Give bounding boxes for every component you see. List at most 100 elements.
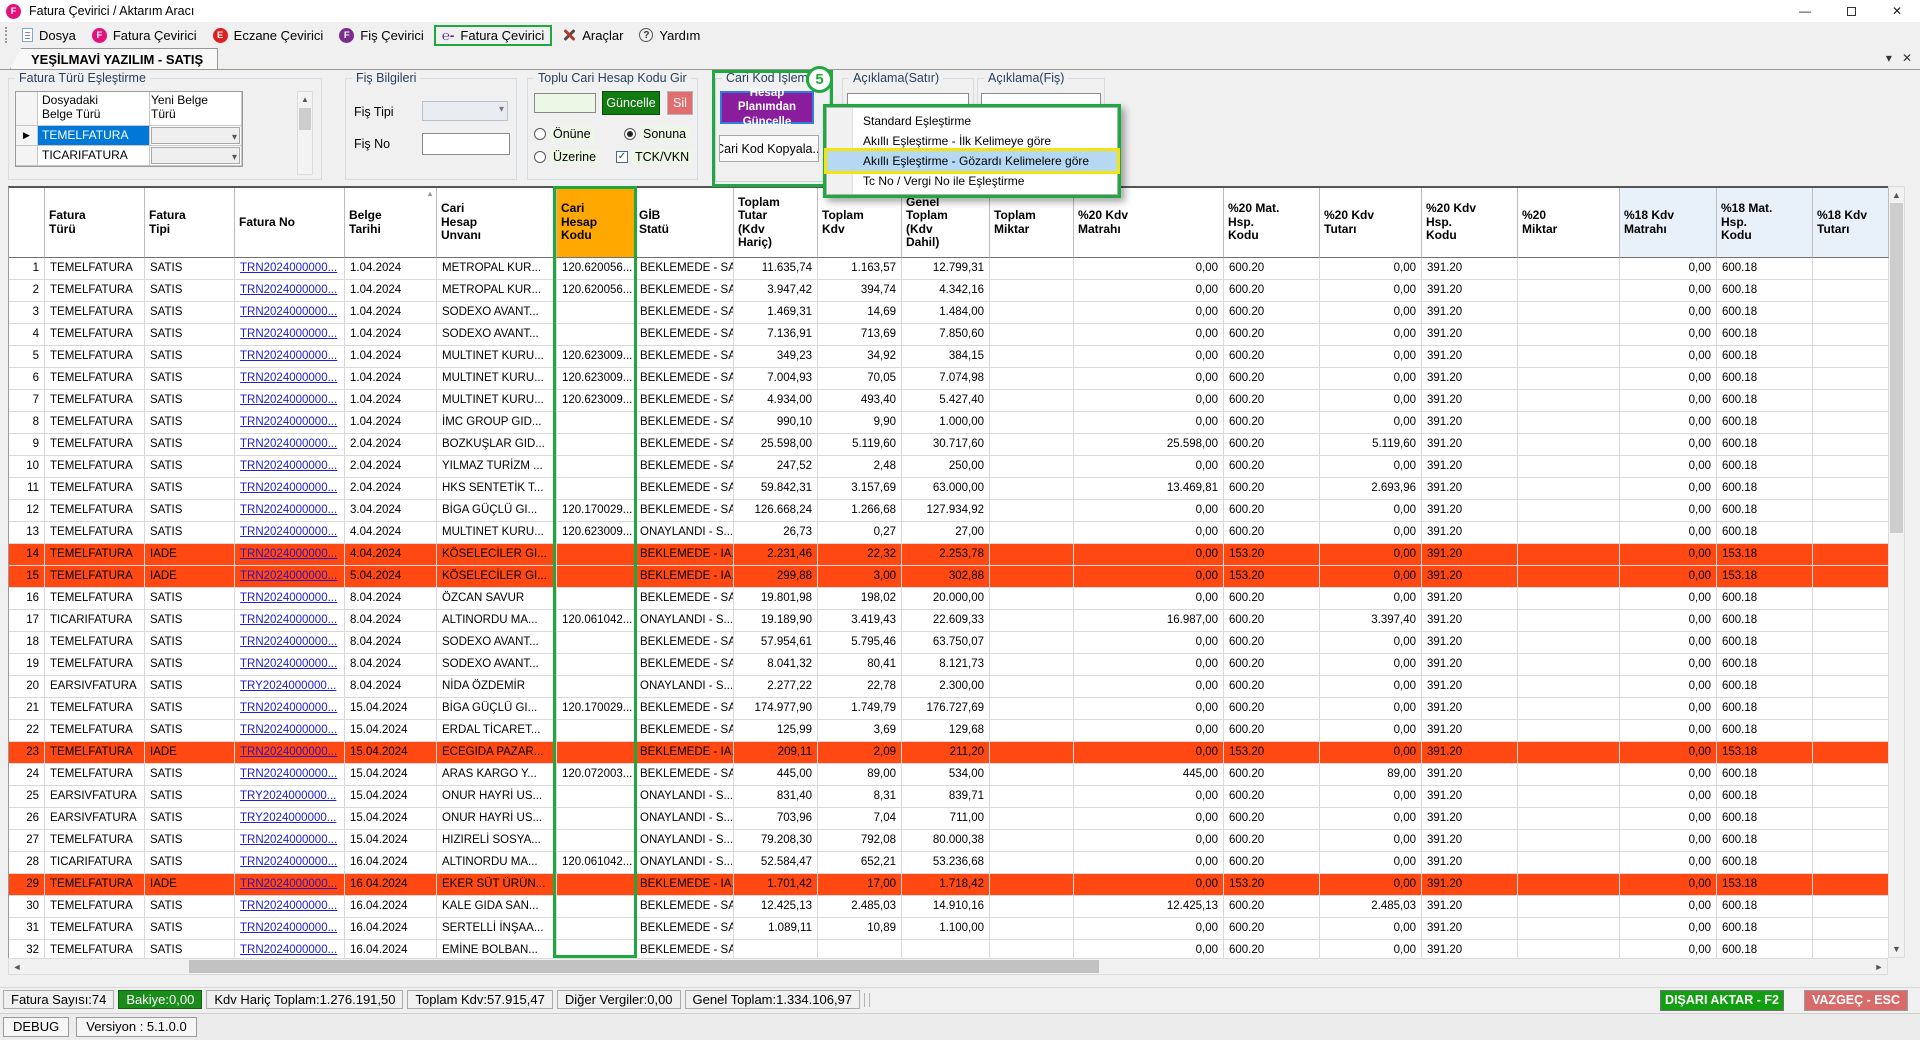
fatura-no-link[interactable]: TRN2024000000... [240,460,337,472]
fatura-no-link[interactable]: TRN2024000000... [240,394,337,406]
fatura-no-link[interactable]: TRN2024000000... [240,746,337,758]
column-header-turu[interactable]: Fatura Türü [45,188,145,258]
tab-close-icon[interactable]: ✕ [1902,51,1912,65]
column-header-m20[interactable]: %20 Kdv Matrahı [1074,188,1224,258]
column-header-tipi[interactable]: Fatura Tipi [145,188,235,258]
fis-tipi-combo[interactable]: ▾ [422,101,508,121]
table-row-14[interactable]: 14TEMELFATURAIADETRN2024000000...4.04.20… [9,544,1888,566]
fatura-no-link[interactable]: TRN2024000000... [240,658,337,670]
fatura-no-link[interactable]: TRY2024000000... [240,680,336,692]
fatura-no-link[interactable]: TRN2024000000... [240,438,337,450]
menu-fis-cevirici[interactable]: F Fiş Çevirici [331,26,432,45]
table-row-23[interactable]: 23TEMELFATURAIADETRN2024000000...15.04.2… [9,742,1888,764]
table-row-18[interactable]: 18TEMELFATURASATISTRN2024000000...8.04.2… [9,632,1888,654]
scroll-up-icon[interactable]: ▲ [1889,187,1904,203]
menu-fatura-cevirici[interactable]: F Fatura Çevirici [84,26,205,45]
sil-button[interactable]: Sil [667,91,693,115]
menu-eczane-cevirici[interactable]: E Eczane Çevirici [205,26,332,45]
fatura-no-link[interactable]: TRN2024000000... [240,900,337,912]
table-row-24[interactable]: 24TEMELFATURASATISTRN2024000000...15.04.… [9,764,1888,786]
table-row-29[interactable]: 29TEMELFATURAIADETRN2024000000...16.04.2… [9,874,1888,896]
fatura-no-link[interactable]: TRN2024000000... [240,768,337,780]
column-header-gib[interactable]: GİB Statü [635,188,734,258]
menu-yardim[interactable]: ? Yardım [631,26,708,45]
fatura-no-link[interactable]: TRN2024000000... [240,548,337,560]
column-header-mi20[interactable]: %20 Miktar [1518,188,1620,258]
guncelle-button[interactable]: Güncelle [602,91,660,115]
fatura-no-link[interactable]: TRN2024000000... [240,702,337,714]
radio-sonuna[interactable]: Sonuna [624,127,689,141]
fatura-no-link[interactable]: TRN2024000000... [240,922,337,934]
fatura-no-link[interactable]: TRY2024000000... [240,812,336,824]
column-header-m18[interactable]: %18 Kdv Matrahı [1620,188,1717,258]
menu-araclar[interactable]: Araçlar [554,26,631,45]
menu-item-standard-eslestirme[interactable]: Standard Eşleştirme [827,111,1117,131]
menu-item-tcno-vergino[interactable]: Tc No / Vergi No ile Eşleştirme [827,171,1117,191]
fis-no-input[interactable] [422,133,510,155]
cari-kod-kopyala-button[interactable]: Cari Kod Kopyala... [719,135,819,162]
table-row-22[interactable]: 22TEMELFATURASATISTRN2024000000...15.04.… [9,720,1888,742]
table-row-5[interactable]: 5TEMELFATURASATISTRN2024000000...1.04.20… [9,346,1888,368]
vazgec-button[interactable]: VAZGEÇ - ESC [1804,990,1908,1011]
table-row-17[interactable]: 17TICARIFATURASATISTRN2024000000...8.04.… [9,610,1888,632]
fatura-no-link[interactable]: TRN2024000000... [240,834,337,846]
checkbox-tck-vkn[interactable]: ✓ TCK/VKN [616,150,692,164]
table-row-27[interactable]: 27TEMELFATURASATISTRN2024000000...15.04.… [9,830,1888,852]
fatura-no-link[interactable]: TRN2024000000... [240,526,337,538]
table-row-2[interactable]: 2TEMELFATURASATISTRN2024000000...1.04.20… [9,280,1888,302]
table-row-19[interactable]: 19TEMELFATURASATISTRN2024000000...8.04.2… [9,654,1888,676]
column-header-mh18[interactable]: %18 Mat. Hsp. Kodu [1717,188,1813,258]
yeni-belge-turu-combo[interactable]: ▾ [151,147,240,164]
fatura-no-link[interactable]: TRN2024000000... [240,724,337,736]
fatura-no-link[interactable]: TRN2024000000... [240,878,337,890]
scroll-down-icon[interactable]: ▼ [1889,941,1904,957]
eslestirme-row-temelfatura[interactable]: ▶ TEMELFATURA ▾ [16,126,242,146]
scroll-up-icon[interactable]: ▲ [298,92,312,107]
table-row-7[interactable]: 7TEMELFATURASATISTRN2024000000...1.04.20… [9,390,1888,412]
column-header-tutar[interactable]: Toplam Tutar (Kdv Hariç) [734,188,818,258]
column-header-kod[interactable]: Cari Hesap Kodu [557,188,635,258]
tab-list-chevron-icon[interactable]: ▾ [1886,51,1892,65]
scroll-thumb[interactable] [189,960,1099,973]
fatura-no-link[interactable]: TRN2024000000... [240,372,337,384]
menu-item-akilli-gozardi-kelimeler[interactable]: Akıllı Eşleştirme - Gözardı Kelimelere g… [827,151,1117,171]
scroll-left-icon[interactable]: ◄ [9,959,25,974]
yeni-belge-turu-combo[interactable]: ▾ [151,127,240,144]
fatura-no-link[interactable]: TRN2024000000... [240,856,337,868]
fatura-no-link[interactable]: TRN2024000000... [240,636,337,648]
menu-dosya[interactable]: Dosya [14,26,84,45]
hesap-planimdan-guncelle-button[interactable]: Hesap Planımdan Güncelle [720,91,814,124]
table-row-3[interactable]: 3TEMELFATURASATISTRN2024000000...1.04.20… [9,302,1888,324]
column-header-genel[interactable]: Genel Toplam (Kdv Dahil) [902,188,990,258]
table-row-21[interactable]: 21TEMELFATURASATISTRN2024000000...15.04.… [9,698,1888,720]
column-header-rownum[interactable] [9,188,45,258]
table-row-10[interactable]: 10TEMELFATURASATISTRN2024000000...2.04.2… [9,456,1888,478]
table-row-13[interactable]: 13TEMELFATURASATISTRN2024000000...4.04.2… [9,522,1888,544]
table-row-6[interactable]: 6TEMELFATURASATISTRN2024000000...1.04.20… [9,368,1888,390]
close-button[interactable]: ✕ [1874,0,1920,22]
fatura-no-link[interactable]: TRN2024000000... [240,350,337,362]
fatura-no-link[interactable]: TRN2024000000... [240,614,337,626]
table-row-32[interactable]: 32TEMELFATURASATISTRN2024000000...16.04.… [9,940,1888,958]
column-header-mh20[interactable]: %20 Mat. Hsp. Kodu [1224,188,1320,258]
disari-aktar-button[interactable]: DIŞARI AKTAR - F2 [1660,990,1784,1011]
horizontal-scrollbar[interactable]: ◄ ► [8,958,1888,975]
table-row-12[interactable]: 12TEMELFATURASATISTRN2024000000...3.04.2… [9,500,1888,522]
radio-onune[interactable]: Önüne [534,127,594,141]
belge-turu-cell[interactable]: TEMELFATURA [38,126,150,146]
minimize-button[interactable]: — [1782,0,1828,22]
table-row-9[interactable]: 9TEMELFATURASATISTRN2024000000...2.04.20… [9,434,1888,456]
fatura-no-link[interactable]: TRN2024000000... [240,328,337,340]
scroll-right-icon[interactable]: ► [1871,959,1887,974]
vertical-scrollbar[interactable]: ▲ ▼ [1888,186,1905,958]
table-row-26[interactable]: 26EARSIVFATURASATISTRY2024000000...15.04… [9,808,1888,830]
table-row-25[interactable]: 25EARSIVFATURASATISTRY2024000000...15.04… [9,786,1888,808]
column-header-no[interactable]: Fatura No [235,188,345,258]
column-header-tarih[interactable]: Belge Tarihi▴ [345,188,437,258]
fatura-no-link[interactable]: TRN2024000000... [240,570,337,582]
fatura-no-link[interactable]: TRN2024000000... [240,416,337,428]
table-row-4[interactable]: 4TEMELFATURASATISTRN2024000000...1.04.20… [9,324,1888,346]
table-row-11[interactable]: 11TEMELFATURASATISTRN2024000000...2.04.2… [9,478,1888,500]
scroll-thumb[interactable] [299,108,311,130]
column-header-unvan[interactable]: Cari Hesap Unvanı [437,188,557,258]
